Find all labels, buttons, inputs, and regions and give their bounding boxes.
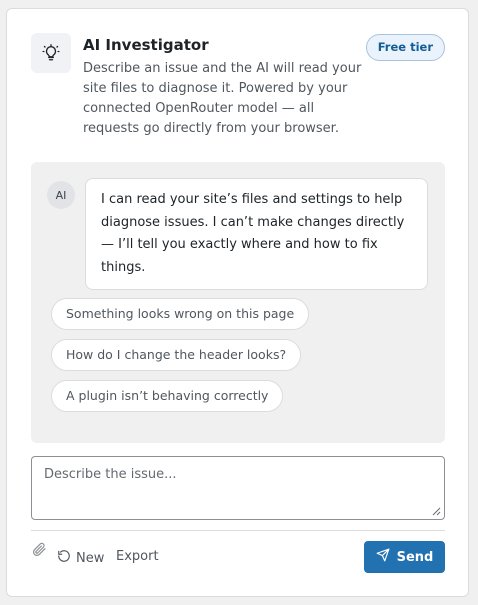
chat-footer: New Export Send: [31, 539, 445, 573]
footer-divider: [31, 530, 445, 531]
suggestion-chip[interactable]: How do I change the header looks?: [51, 339, 302, 371]
page-description: Describe an issue and the AI will read y…: [83, 61, 362, 136]
suggestion-chip[interactable]: A plugin isn’t behaving correctly: [51, 380, 284, 412]
issue-input[interactable]: [31, 456, 445, 520]
ai-avatar: AI: [47, 181, 75, 209]
lightbulb-icon: [31, 33, 71, 73]
header-text: AI Investigator Describe an issue and th…: [83, 35, 373, 139]
send-button[interactable]: Send: [364, 541, 445, 573]
paperclip-icon[interactable]: [31, 541, 47, 561]
chat-area: AI I can read your site’s files and sett…: [31, 162, 445, 443]
export-button[interactable]: Export: [116, 549, 159, 564]
ai-investigator-card: AI Investigator Describe an issue and th…: [6, 8, 469, 597]
refresh-icon: [57, 549, 71, 567]
ai-message-bubble: I can read your site’s files and setting…: [85, 178, 428, 290]
send-label: Send: [396, 549, 434, 565]
tier-badge: Free tier: [365, 34, 445, 61]
resize-grip-icon[interactable]: [432, 507, 441, 516]
send-icon: [376, 548, 390, 566]
page-title: AI Investigator: [83, 36, 209, 54]
new-chat-button[interactable]: New: [57, 549, 104, 567]
new-chat-label: New: [76, 550, 105, 566]
suggestion-chip[interactable]: Something looks wrong on this page: [51, 298, 310, 330]
